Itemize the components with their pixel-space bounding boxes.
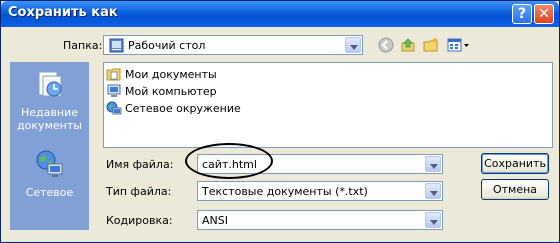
filetype-value: Текстовые документы (*.txt)	[202, 185, 368, 198]
help-button[interactable]: ?	[512, 4, 532, 24]
place-recent-documents[interactable]: Недавние документы	[10, 68, 89, 132]
new-folder-button[interactable]	[422, 36, 440, 54]
close-button[interactable]: ✕	[534, 4, 554, 24]
encoding-value: ANSI	[202, 214, 228, 227]
new-folder-icon	[423, 37, 438, 52]
recent-documents-icon	[10, 68, 89, 103]
cancel-button[interactable]: Отмена	[481, 179, 549, 200]
up-folder-button[interactable]	[399, 36, 417, 54]
folder-label: Папка:	[63, 39, 103, 52]
chevron-down-icon[interactable]	[425, 183, 441, 199]
encoding-dropdown[interactable]: ANSI	[197, 210, 443, 230]
place-label: Сетевое	[25, 186, 74, 199]
my-computer-icon	[106, 83, 122, 99]
folder-dropdown[interactable]: Рабочий стол	[103, 35, 363, 55]
list-item[interactable]: Мои документы	[106, 66, 217, 82]
chevron-down-icon[interactable]	[425, 156, 441, 172]
filename-label: Имя файла:	[106, 158, 174, 171]
my-documents-icon	[106, 66, 122, 82]
list-item-label: Мои документы	[125, 67, 217, 81]
save-button[interactable]: Сохранить	[481, 153, 549, 174]
filetype-label: Тип файла:	[106, 185, 172, 198]
place-label: Недавние документы	[17, 106, 82, 132]
filename-value: сайт.html	[202, 158, 257, 171]
folder-value: Рабочий стол	[128, 39, 206, 52]
window-title: Сохранить как	[8, 5, 118, 20]
title-bar[interactable]: Сохранить как ? ✕	[1, 1, 559, 27]
place-network[interactable]: Сетевое	[10, 148, 89, 199]
places-bar: Недавние документы Сетевое	[10, 62, 89, 230]
filename-input[interactable]: сайт.html	[197, 154, 443, 174]
list-item-label: Сетевое окружение	[125, 101, 241, 115]
network-places-icon	[106, 100, 122, 116]
file-list[interactable]: Мои документы Мой компьютер Сетевое окру…	[103, 62, 553, 148]
back-button[interactable]	[377, 36, 395, 54]
chevron-down-icon[interactable]	[425, 212, 441, 228]
back-arrow-icon	[378, 37, 394, 53]
network-icon	[10, 148, 89, 183]
list-item[interactable]: Мой компьютер	[106, 83, 217, 99]
list-item[interactable]: Сетевое окружение	[106, 100, 241, 116]
desktop-icon	[109, 38, 124, 56]
filetype-dropdown[interactable]: Текстовые документы (*.txt)	[197, 181, 443, 201]
list-item-label: Мой компьютер	[125, 84, 217, 98]
encoding-label: Кодировка:	[106, 214, 173, 227]
chevron-down-icon[interactable]	[345, 37, 361, 53]
view-menu-button[interactable]	[446, 36, 472, 54]
save-as-dialog: Сохранить как ? ✕ Папка: Рабочий стол Не…	[0, 0, 560, 243]
up-folder-icon	[401, 38, 415, 52]
view-menu-icon	[447, 38, 469, 52]
